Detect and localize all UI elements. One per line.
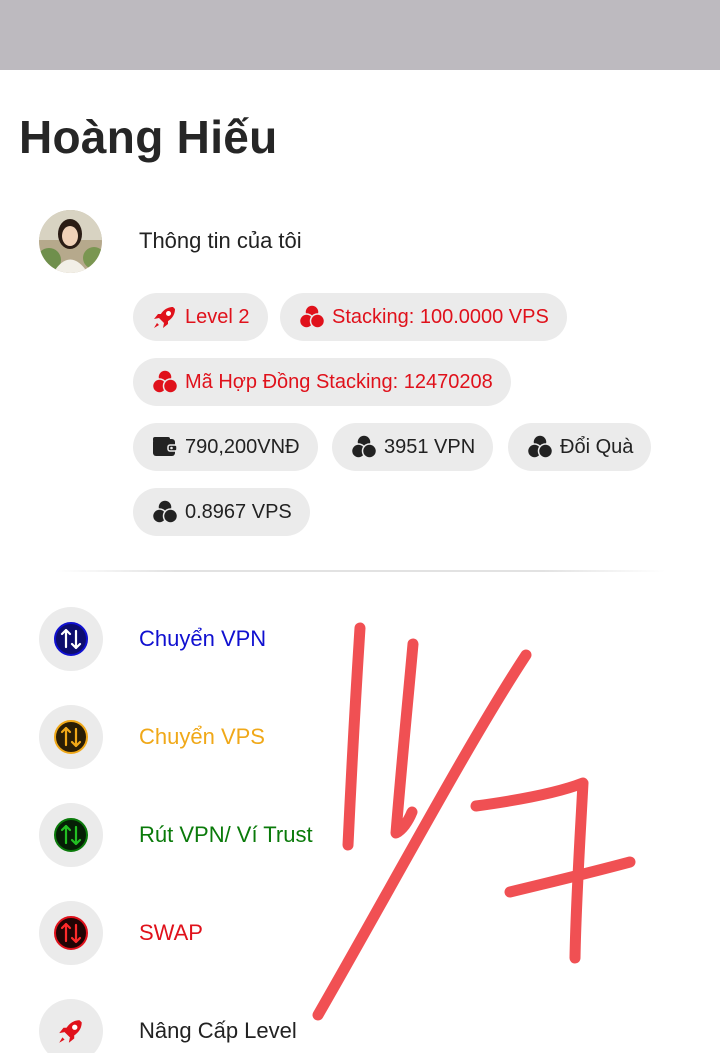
vpn-balance-chip[interactable]: 3951 VPN (332, 423, 494, 471)
menu-upgrade-level[interactable]: Nâng Cấp Level (39, 999, 659, 1053)
transfer-icon (39, 901, 103, 965)
level-chip[interactable]: Level 2 (133, 293, 268, 341)
wallet-chip[interactable]: 790,200VNĐ (133, 423, 318, 471)
user-name: Hoàng Hiếu (19, 111, 278, 163)
transfer-icon (39, 803, 103, 867)
divider (55, 570, 665, 572)
menu-swap-label: SWAP (139, 920, 203, 945)
menu-transfer-vps[interactable]: Chuyển VPS (39, 705, 659, 769)
wallet-icon (153, 437, 178, 456)
menu-transfer-vps-label: Chuyển VPS (139, 724, 265, 749)
coins-icon (151, 369, 179, 394)
stacking-chip[interactable]: Stacking: 100.0000 VPS (280, 293, 567, 341)
menu-transfer-vpn[interactable]: Chuyển VPN (39, 607, 659, 671)
coins-icon (298, 304, 326, 329)
exchange-gift-chip-label: Đổi Quà (560, 435, 634, 458)
coins-icon (526, 434, 554, 459)
vps-balance-chip[interactable]: 0.8967 VPS (133, 488, 310, 536)
wallet-chip-label: 790,200VNĐ (185, 435, 300, 458)
menu-withdraw-vpn-label: Rút VPN/ Ví Trust (139, 822, 313, 847)
level-chip-label: Level 2 (185, 305, 250, 328)
top-status-area (0, 0, 720, 70)
my-info-link[interactable]: Thông tin của tôi (139, 228, 302, 254)
vpn-balance-chip-label: 3951 VPN (384, 435, 476, 458)
rocket-icon (39, 999, 103, 1053)
coins-icon (350, 434, 378, 459)
menu-withdraw-vpn[interactable]: Rút VPN/ Ví Trust (39, 803, 659, 867)
avatar[interactable] (39, 210, 102, 273)
menu-swap[interactable]: SWAP (39, 901, 659, 965)
menu-upgrade-level-label: Nâng Cấp Level (139, 1018, 297, 1043)
transfer-icon (39, 607, 103, 671)
contract-chip-label: Mã Hợp Đồng Stacking: 12470208 (185, 370, 493, 393)
exchange-gift-chip[interactable]: Đổi Quà (508, 423, 652, 471)
contract-chip[interactable]: Mã Hợp Đồng Stacking: 12470208 (133, 358, 511, 406)
rocket-icon (154, 307, 175, 328)
stacking-chip-label: Stacking: 100.0000 VPS (332, 305, 549, 328)
coins-icon (151, 499, 179, 524)
vps-balance-chip-label: 0.8967 VPS (185, 500, 292, 523)
transfer-icon (39, 705, 103, 769)
menu-transfer-vpn-label: Chuyển VPN (139, 626, 267, 651)
